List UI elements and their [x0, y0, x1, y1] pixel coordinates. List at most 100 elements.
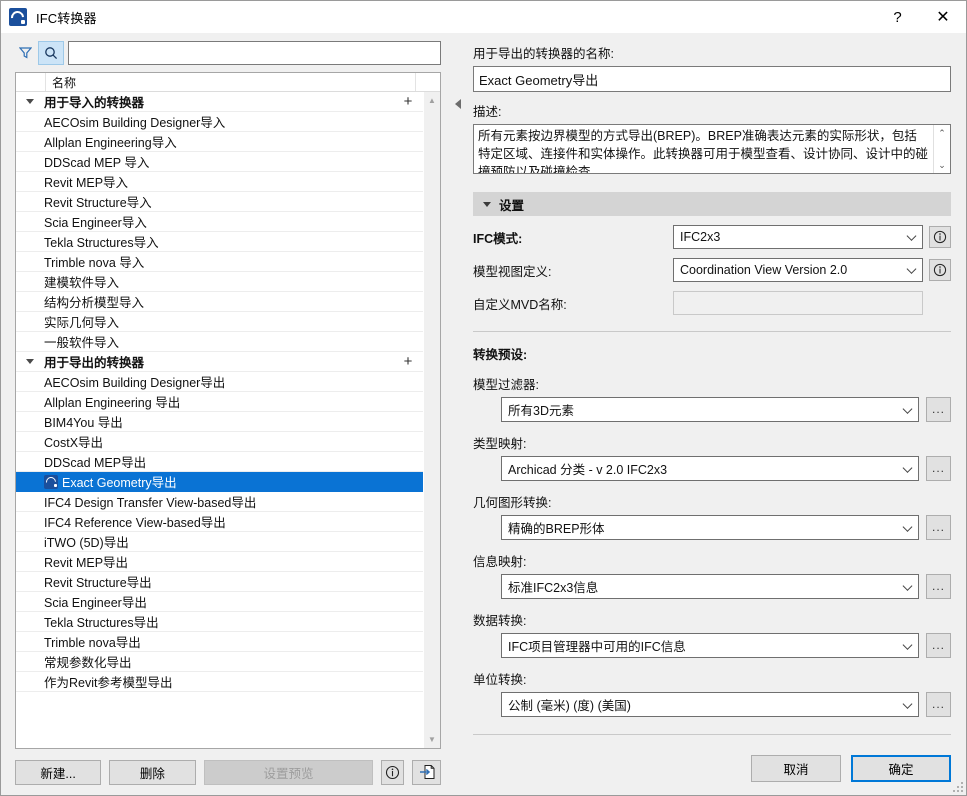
- converter-row[interactable]: Revit Structure导入: [16, 192, 423, 212]
- settings-section-header[interactable]: 设置: [473, 192, 951, 216]
- splitter-collapse-icon[interactable]: [455, 99, 461, 109]
- preset-block: 类型映射:Archicad 分类 - v 2.0 IFC2x3...: [473, 433, 951, 481]
- converter-row[interactable]: CostX导出: [16, 432, 423, 452]
- preset-more-button[interactable]: ...: [926, 397, 951, 422]
- preset-block: 数据转换: IFC项目管理器中可用的IFC信息...: [473, 610, 951, 658]
- info-icon[interactable]: [929, 226, 951, 248]
- converter-row[interactable]: Revit MEP导入: [16, 172, 423, 192]
- preset-value: 公制 (毫米) (度) (美国): [508, 695, 631, 714]
- preset-more-button[interactable]: ...: [926, 456, 951, 481]
- add-converter-button[interactable]: +: [397, 354, 419, 369]
- converter-row[interactable]: Scia Engineer导出: [16, 592, 423, 612]
- list-toolbar: 新建... 删除 设置预览: [1, 749, 453, 795]
- converter-row[interactable]: 常规参数化导出: [16, 652, 423, 672]
- resize-grip[interactable]: [951, 780, 963, 792]
- delete-button[interactable]: 删除: [109, 760, 195, 785]
- chevron-down-icon: [907, 231, 917, 241]
- add-converter-button[interactable]: +: [397, 94, 419, 109]
- converter-row-selected[interactable]: Exact Geometry导出: [16, 472, 423, 492]
- preset-value: Archicad 分类 - v 2.0 IFC2x3: [508, 459, 667, 478]
- setting-value: Coordination View Version 2.0: [680, 263, 847, 277]
- preset-block: 模型过滤器:所有3D元素...: [473, 374, 951, 422]
- converter-row[interactable]: IFC4 Reference View-based导出: [16, 512, 423, 532]
- converter-label: 作为Revit参考模型导出: [44, 672, 419, 691]
- converter-label: Allplan Engineering导入: [44, 132, 419, 151]
- preset-more-button[interactable]: ...: [926, 574, 951, 599]
- desc-scroll-up-icon[interactable]: ⌃: [934, 125, 951, 141]
- search-input[interactable]: [68, 41, 441, 65]
- search-icon[interactable]: [38, 41, 64, 65]
- preset-value: 所有3D元素: [508, 400, 574, 419]
- converter-row[interactable]: 一般软件导入: [16, 332, 423, 352]
- list-scrollbar[interactable]: ▲ ▼: [423, 92, 440, 748]
- search-row: [1, 39, 453, 66]
- description-box[interactable]: 所有元素按边界模型的方式导出(BREP)。BREP准确表达元素的实际形状，包括特…: [473, 124, 951, 174]
- converter-row[interactable]: 建模软件导入: [16, 272, 423, 292]
- converter-row[interactable]: Trimble nova导出: [16, 632, 423, 652]
- desc-scroll-down-icon[interactable]: ⌄: [934, 157, 951, 173]
- preset-more-button[interactable]: ...: [926, 515, 951, 540]
- preset-label: 数据转换:: [473, 610, 951, 629]
- filter-icon[interactable]: [15, 42, 35, 64]
- converter-row[interactable]: Allplan Engineering导入: [16, 132, 423, 152]
- preset-more-button[interactable]: ...: [926, 692, 951, 717]
- converter-row[interactable]: 作为Revit参考模型导出: [16, 672, 423, 692]
- group-twisty-icon[interactable]: [16, 359, 44, 364]
- help-button[interactable]: ?: [875, 1, 920, 33]
- converter-row[interactable]: IFC4 Design Transfer View-based导出: [16, 492, 423, 512]
- converter-label: 常规参数化导出: [44, 652, 419, 671]
- collapse-triangle-icon: [483, 202, 491, 207]
- preview-settings-button[interactable]: 设置预览: [204, 760, 374, 785]
- setting-dropdown[interactable]: IFC2x3: [673, 225, 923, 249]
- setting-label: IFC模式:: [473, 228, 673, 247]
- preset-block: 几何图形转换:精确的BREP形体...: [473, 492, 951, 540]
- converter-row[interactable]: 结构分析模型导入: [16, 292, 423, 312]
- converter-label: 结构分析模型导入: [44, 292, 419, 311]
- custom-mvd-name-input[interactable]: [673, 291, 923, 315]
- converter-row[interactable]: Scia Engineer导入: [16, 212, 423, 232]
- chevron-down-icon: [903, 581, 913, 591]
- export-document-icon[interactable]: [412, 760, 441, 785]
- new-button[interactable]: 新建...: [15, 760, 101, 785]
- preset-more-button[interactable]: ...: [926, 633, 951, 658]
- pane-splitter[interactable]: [453, 33, 463, 795]
- converter-row[interactable]: Revit Structure导出: [16, 572, 423, 592]
- info-icon[interactable]: [929, 259, 951, 281]
- converter-row[interactable]: Allplan Engineering 导出: [16, 392, 423, 412]
- converter-row[interactable]: 实际几何导入: [16, 312, 423, 332]
- preset-dropdown[interactable]: Archicad 分类 - v 2.0 IFC2x3: [501, 456, 919, 481]
- preset-dropdown[interactable]: IFC项目管理器中可用的IFC信息: [501, 633, 919, 658]
- converters-list: 名称 用于导入的转换器+AECOsim Building Designer导入A…: [15, 72, 441, 749]
- scroll-down-icon[interactable]: ▼: [424, 731, 441, 748]
- converter-name-input[interactable]: [473, 66, 951, 92]
- preset-dropdown[interactable]: 标准IFC2x3信息: [501, 574, 919, 599]
- converter-row[interactable]: Revit MEP导出: [16, 552, 423, 572]
- close-button[interactable]: ✕: [920, 1, 966, 33]
- converter-row[interactable]: DDScad MEP 导入: [16, 152, 423, 172]
- description-scrollbar[interactable]: ⌃ ⌄: [933, 125, 950, 173]
- preset-dropdown[interactable]: 所有3D元素: [501, 397, 919, 422]
- cancel-button[interactable]: 取消: [751, 755, 841, 782]
- converter-group-row[interactable]: 用于导出的转换器+: [16, 352, 423, 372]
- ok-button[interactable]: 确定: [851, 755, 951, 782]
- converter-row[interactable]: Trimble nova 导入: [16, 252, 423, 272]
- scroll-up-icon[interactable]: ▲: [424, 92, 441, 109]
- converter-row[interactable]: AECOsim Building Designer导入: [16, 112, 423, 132]
- description-label: 描述:: [473, 101, 951, 120]
- converter-row[interactable]: BIM4You 导出: [16, 412, 423, 432]
- setting-row: 自定义MVD名称:: [473, 291, 951, 315]
- scroll-track[interactable]: [424, 109, 441, 731]
- preset-dropdown[interactable]: 公制 (毫米) (度) (美国): [501, 692, 919, 717]
- converter-row[interactable]: Tekla Structures导出: [16, 612, 423, 632]
- converter-row[interactable]: AECOsim Building Designer导出: [16, 372, 423, 392]
- converter-row[interactable]: DDScad MEP导出: [16, 452, 423, 472]
- converter-label: DDScad MEP 导入: [44, 152, 419, 171]
- preset-dropdown[interactable]: 精确的BREP形体: [501, 515, 919, 540]
- converter-group-row[interactable]: 用于导入的转换器+: [16, 92, 423, 112]
- group-twisty-icon[interactable]: [16, 99, 44, 104]
- presets-title: 转换预设:: [473, 344, 951, 363]
- setting-dropdown[interactable]: Coordination View Version 2.0: [673, 258, 923, 282]
- info-icon[interactable]: [381, 760, 404, 785]
- converter-row[interactable]: iTWO (5D)导出: [16, 532, 423, 552]
- converter-row[interactable]: Tekla Structures导入: [16, 232, 423, 252]
